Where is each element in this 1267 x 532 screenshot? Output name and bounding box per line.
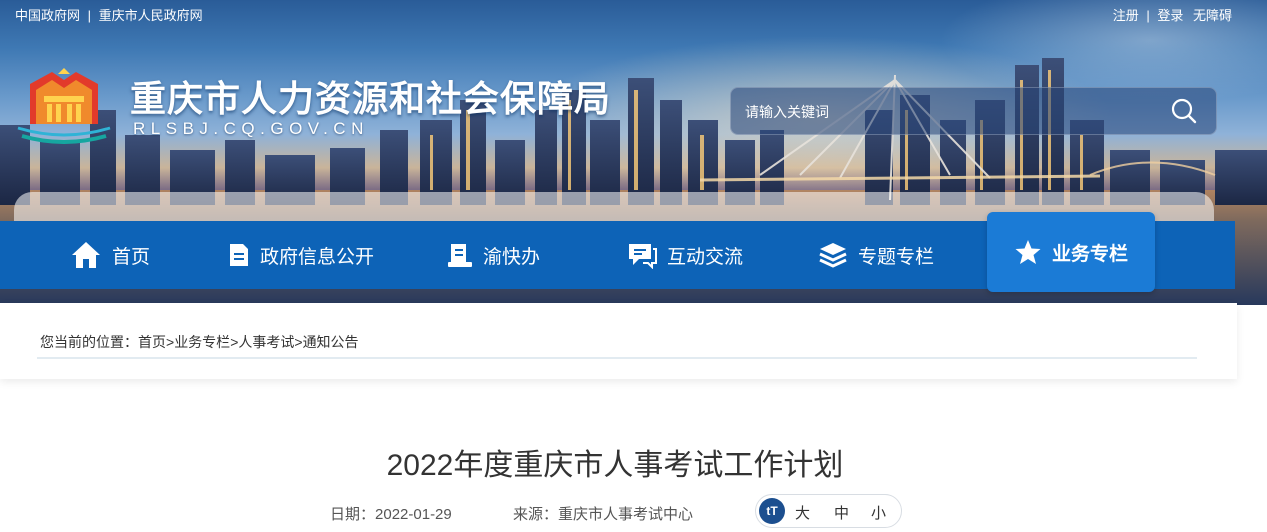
topbar-separator: | <box>1146 8 1150 23</box>
breadcrumb-separator: > <box>166 334 175 350</box>
font-size-medium[interactable]: 中 <box>834 502 849 523</box>
nav-item-gov-info[interactable]: 政府信息公开 <box>228 221 374 289</box>
document-icon <box>230 244 248 266</box>
link-login[interactable]: 登录 <box>1157 8 1183 23</box>
article-date: 日期：2022-01-29 <box>330 503 452 524</box>
nav-label-yukuaiban: 渝快办 <box>483 246 541 268</box>
breadcrumb-notices[interactable]: 通知公告 <box>303 334 359 350</box>
date-value: 2022-01-29 <box>375 506 452 523</box>
font-size-small[interactable]: 小 <box>871 502 886 523</box>
nav-item-home[interactable]: 首页 <box>70 221 150 289</box>
clipboard-icon <box>448 244 472 267</box>
nav-item-yukuaiban[interactable]: 渝快办 <box>447 221 540 289</box>
link-accessibility[interactable]: 无障碍 <box>1193 8 1232 23</box>
nav-label-business: 业务专栏 <box>1051 243 1128 265</box>
search-box <box>730 87 1217 135</box>
search-icon[interactable] <box>1170 97 1198 125</box>
chat-icon <box>629 244 657 269</box>
logo-emblem-icon[interactable] <box>14 66 114 144</box>
breadcrumb-divider <box>37 357 1197 359</box>
breadcrumb: 您当前的位置：首页>业务专栏>人事考试>通知公告 <box>40 332 359 352</box>
link-register[interactable]: 注册 <box>1113 8 1139 23</box>
breadcrumb-panel: 您当前的位置：首页>业务专栏>人事考试>通知公告 <box>0 303 1237 379</box>
nav-label-interaction: 互动交流 <box>667 246 744 268</box>
link-cq-gov[interactable]: 重庆市人民政府网 <box>99 8 203 23</box>
link-gov-cn[interactable]: 中国政府网 <box>15 8 80 23</box>
font-size-large[interactable]: 大 <box>795 502 810 523</box>
source-label: 来源： <box>513 506 559 523</box>
site-url: RLSBJ.CQ.GOV.CN <box>133 119 369 138</box>
nav-item-business[interactable]: 业务专栏 <box>987 212 1155 292</box>
article-source: 来源：重庆市人事考试中心 <box>513 503 693 524</box>
breadcrumb-personnel-exam[interactable]: 人事考试 <box>238 334 294 350</box>
topbar-left-links: 中国政府网 | 重庆市人民政府网 <box>15 5 203 24</box>
topbar-right-links: 注册 | 登录 无障碍 <box>1113 5 1232 24</box>
topbar-separator: | <box>87 8 92 23</box>
nav-item-interaction[interactable]: 互动交流 <box>627 221 743 289</box>
date-label: 日期： <box>330 506 376 523</box>
nav-label-gov-info: 政府信息公开 <box>260 246 375 268</box>
layers-icon <box>819 243 847 268</box>
nav-label-home: 首页 <box>112 246 151 268</box>
nav-label-topics: 专题专栏 <box>858 246 935 268</box>
home-icon <box>72 242 100 268</box>
breadcrumb-business[interactable]: 业务专栏 <box>174 334 230 350</box>
article-title: 2022年度重庆市人事考试工作计划 <box>386 449 844 482</box>
source-value: 重庆市人事考试中心 <box>558 506 694 523</box>
search-input[interactable] <box>743 98 1147 126</box>
breadcrumb-prefix: 您当前的位置： <box>40 334 138 350</box>
font-size-switcher: tT 大 中 小 <box>755 494 902 528</box>
font-size-icon: tT <box>759 498 785 524</box>
site-title[interactable]: 重庆市人力资源和社会保障局 <box>130 70 611 122</box>
star-icon <box>1015 240 1041 264</box>
nav-item-topics[interactable]: 专题专栏 <box>818 221 934 289</box>
breadcrumb-separator: > <box>294 334 303 350</box>
breadcrumb-home[interactable]: 首页 <box>138 334 166 350</box>
